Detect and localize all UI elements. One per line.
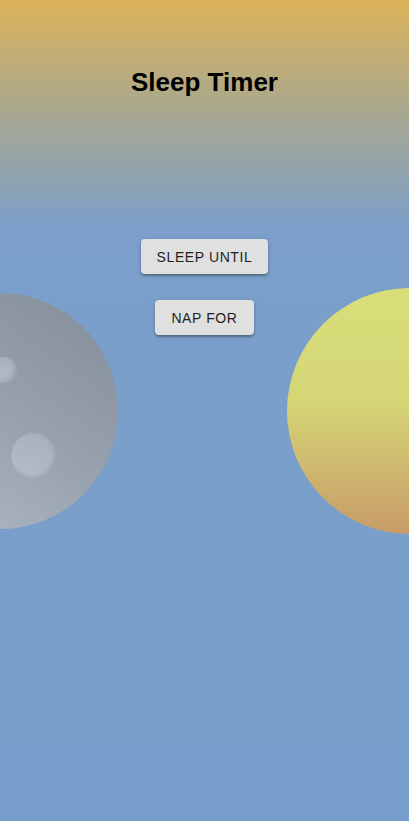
page-title: Sleep Timer [131,66,278,98]
action-button[interactable]: NAP FOR [155,300,253,335]
crater-icon [0,357,17,383]
sleep-timer-screen: Sleep Timer SLEEP UNTIL NAP FOR [0,0,409,821]
sun-icon [287,288,409,534]
crater-icon [11,433,57,479]
action-button[interactable]: SLEEP UNTIL [141,239,269,274]
moon-icon [0,293,118,529]
button-column: SLEEP UNTIL NAP FOR [141,239,269,335]
